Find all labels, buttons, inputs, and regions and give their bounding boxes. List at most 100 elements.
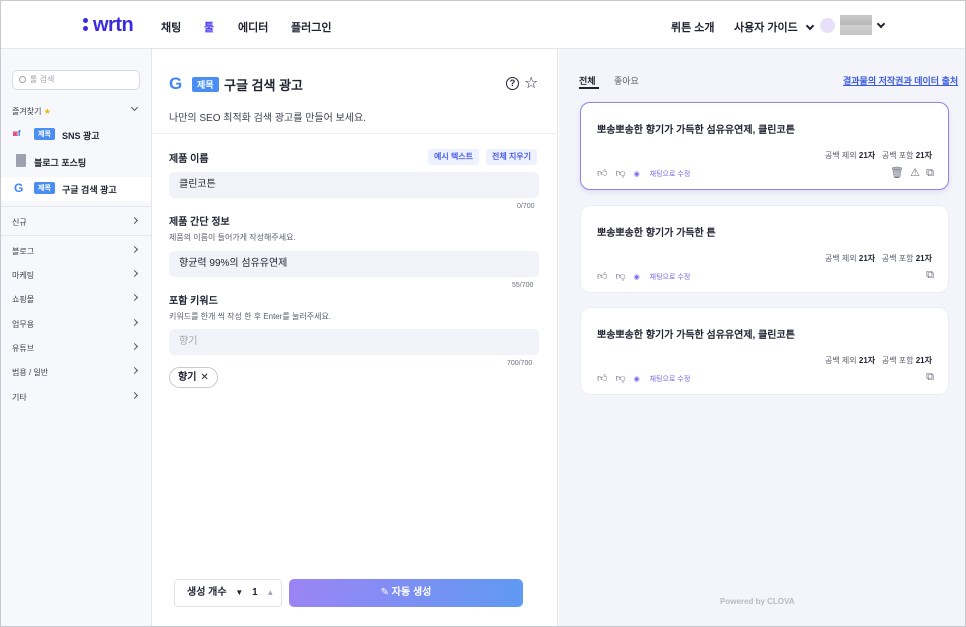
result-card[interactable]: 뽀송뽀송한 향기가 가득한 튼 공백 제외 21자 공백 포함 21자 👍︎ 👎︎…	[580, 205, 949, 293]
chevron-down-icon[interactable]	[130, 103, 139, 112]
user-name-redacted	[840, 15, 872, 35]
keyword-input[interactable]: 향기	[169, 329, 539, 355]
category-shopping[interactable]: 쇼핑몰	[12, 294, 34, 305]
product-name-input[interactable]: 클린코튼	[169, 172, 539, 198]
clear-all-button[interactable]: 전체 지우기	[486, 149, 538, 165]
copyright-link[interactable]: 결과물의 저작권과 데이터 출처	[843, 74, 958, 87]
caret-up-icon[interactable]: ▲	[266, 588, 274, 597]
thumbs-down-icon[interactable]: 👎︎	[615, 271, 625, 282]
nav-tool[interactable]: 툴	[204, 19, 214, 35]
nav-user-guide[interactable]: 사용자 가이드	[734, 19, 815, 35]
thumbs-down-icon[interactable]: 👎︎	[615, 168, 625, 179]
chevron-right-icon[interactable]	[130, 269, 139, 278]
keyword-chip-label: 향기	[178, 372, 197, 383]
edit-with-chat-button[interactable]: ◉ 채팅으로 수정	[634, 171, 699, 178]
powered-by-clova: Powered by CLOVA	[720, 597, 795, 606]
chevron-right-icon[interactable]	[130, 216, 139, 225]
product-name-label: 제품 이름	[169, 154, 209, 165]
tool-search-input[interactable]: 툴 검색	[12, 70, 140, 90]
product-name-counter: 0/700	[517, 203, 535, 210]
document-icon	[16, 154, 26, 167]
help-icon[interactable]: ?	[506, 77, 519, 90]
card-actions: 👍︎ 👎︎ ◉ 채팅으로 수정	[597, 372, 706, 384]
keyword-counter: 700/700	[507, 360, 533, 367]
chevron-right-icon[interactable]	[130, 245, 139, 254]
copy-icon[interactable]: ⧉	[926, 167, 934, 179]
close-icon[interactable]: ✕	[200, 372, 208, 383]
category-general[interactable]: 범용 / 일반	[12, 367, 48, 378]
product-info-label: 제품 간단 정보	[169, 217, 230, 228]
nav-chat[interactable]: 채팅	[161, 19, 181, 35]
nav-about[interactable]: 뤼튼 소개	[671, 19, 715, 35]
chevron-down-icon	[805, 21, 815, 31]
keyword-chip[interactable]: 향기 ✕	[169, 367, 218, 388]
auto-generate-button[interactable]: ✎ 자동 생성	[289, 579, 523, 607]
chat-edit-icon: ◉	[633, 376, 640, 383]
char-stats: 공백 제외 21자 공백 포함 21자	[824, 356, 932, 365]
card-tools: ⧉	[926, 269, 934, 282]
siren-icon[interactable]: ⚠︎	[910, 167, 920, 179]
edit-with-chat-button[interactable]: ◉ 채팅으로 수정	[634, 376, 699, 383]
chat-edit-icon: ◉	[633, 171, 640, 178]
category-marketing[interactable]: 마케팅	[12, 270, 34, 281]
sidebar-item-blog-post[interactable]: 블로그 포스팅	[1, 150, 151, 174]
copy-icon[interactable]: ⧉	[926, 269, 934, 281]
wrtn-logo[interactable]: wrtn	[83, 14, 134, 37]
thumbs-up-icon[interactable]: 👍︎	[597, 373, 607, 384]
favorite-star-icon[interactable]: ☆	[524, 73, 538, 93]
category-etc[interactable]: 기타	[12, 392, 27, 403]
search-placeholder: 툴 검색	[30, 75, 55, 84]
favorites-label: 즐겨찾기	[12, 107, 42, 116]
copy-icon[interactable]: ⧉	[926, 371, 934, 383]
example-text-button[interactable]: 예시 텍스트	[428, 149, 480, 165]
result-card[interactable]: 뽀송뽀송한 향기가 가득한 섬유유연제, 클린코튼 공백 제외 21자 공백 포…	[580, 102, 949, 190]
chevron-right-icon[interactable]	[130, 366, 139, 375]
chevron-right-icon[interactable]	[130, 342, 139, 351]
caret-down-icon[interactable]: ▼	[235, 588, 243, 597]
card-tools: 🗑︎ ⚠︎ ⧉	[890, 166, 934, 180]
count-value: 1	[252, 587, 258, 598]
tool-form-panel: G 제목 구글 검색 광고 ? ☆ 나만의 SEO 최적화 검색 광고를 만들어…	[152, 49, 558, 626]
result-text: 뽀송뽀송한 향기가 가득한 튼	[597, 228, 716, 239]
category-youtube[interactable]: 유튜브	[12, 343, 34, 354]
sidebar-item-label: SNS 광고	[62, 131, 100, 141]
chevron-right-icon[interactable]	[130, 391, 139, 400]
google-icon: G	[169, 74, 183, 93]
thumbs-up-icon[interactable]: 👍︎	[597, 168, 607, 179]
nav-plugin[interactable]: 플러그인	[291, 19, 331, 35]
sidebar-item-sns-ad[interactable]: ◙f 제목 SNS 광고	[1, 123, 151, 147]
logo-text: wrtn	[93, 14, 134, 36]
tab-liked[interactable]: 좋아요	[614, 74, 639, 87]
char-stats: 공백 제외 21자 공백 포함 21자	[824, 254, 932, 263]
trash-icon[interactable]: 🗑︎	[890, 167, 904, 179]
user-menu-chevron-icon[interactable]	[876, 19, 886, 29]
result-card[interactable]: 뽀송뽀송한 향기가 가득한 섬유유연제, 클린코튼 공백 제외 21자 공백 포…	[580, 307, 949, 395]
nav-editor[interactable]: 에디터	[238, 19, 268, 35]
sidebar: 툴 검색 즐겨찾기 ★ ◙f 제목 SNS 광고 블로그 포스팅 G 제목 구글…	[1, 49, 152, 626]
card-tools: ⧉	[926, 371, 934, 384]
chevron-right-icon[interactable]	[130, 318, 139, 327]
favorites-header[interactable]: 즐겨찾기 ★	[12, 106, 51, 117]
product-info-input[interactable]: 향균력 99%의 섬유유연제	[169, 251, 539, 277]
magic-wand-icon: ✎	[380, 587, 389, 598]
chevron-right-icon[interactable]	[130, 293, 139, 302]
tool-title: 구글 검색 광고	[224, 78, 303, 93]
thumbs-up-icon[interactable]: 👍︎	[597, 271, 607, 282]
tag-badge: 제목	[34, 182, 55, 194]
tool-tag-badge: 제목	[192, 77, 219, 92]
logo-dots-icon	[83, 18, 91, 32]
user-guide-label: 사용자 가이드	[734, 22, 798, 34]
category-blog[interactable]: 블로그	[12, 246, 34, 257]
avatar[interactable]	[820, 18, 835, 33]
sidebar-item-google-ad[interactable]: G 제목 구글 검색 광고	[1, 177, 151, 201]
app-window: wrtn 채팅 툴 에디터 플러그인 뤼튼 소개 사용자 가이드 툴 검색 즐겨…	[0, 0, 966, 627]
tab-all[interactable]: 전체	[579, 74, 596, 87]
category-work[interactable]: 업무용	[12, 319, 34, 330]
tool-description: 나만의 SEO 최적화 검색 광고를 만들어 보세요.	[169, 113, 366, 124]
generate-count-select[interactable]: 생성 개수 ▼ 1 ▲	[174, 579, 282, 607]
divider	[1, 206, 151, 207]
edit-with-chat-button[interactable]: ◉ 채팅으로 수정	[634, 274, 699, 281]
results-panel: 전체 좋아요 결과물의 저작권과 데이터 출처 뽀송뽀송한 향기가 가득한 섬유…	[559, 49, 965, 626]
thumbs-down-icon[interactable]: 👎︎	[615, 373, 625, 384]
category-new[interactable]: 신규	[12, 217, 27, 228]
